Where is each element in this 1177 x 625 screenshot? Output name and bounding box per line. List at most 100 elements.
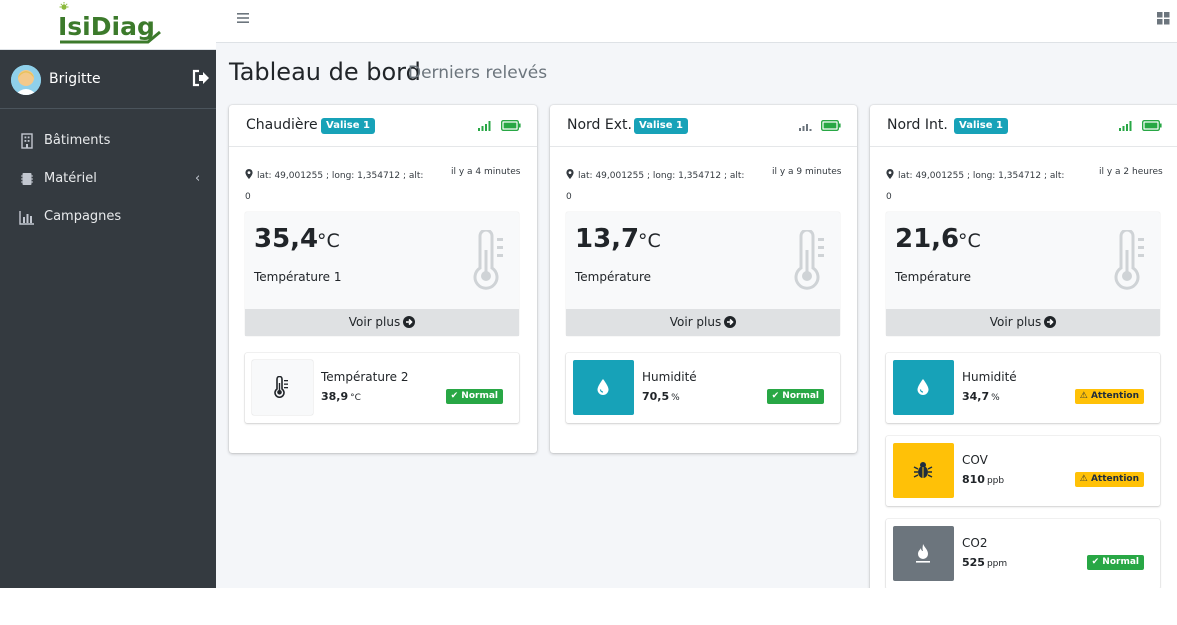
bar-chart-icon [19, 211, 34, 225]
sensor-icon-box [573, 360, 634, 415]
sidebar-item-batiments[interactable]: Bâtiments [0, 123, 216, 159]
sidebar-item-materiel[interactable]: Matériel ‹ [0, 161, 216, 197]
sidebar-item-label: Matériel [44, 171, 97, 186]
sensor-value: 34,7% [962, 390, 1000, 403]
card-title: Nord Int. [887, 117, 948, 133]
card-header: Nord Int. Valise 1 [870, 105, 1177, 147]
main-reading-value: 13,7 [575, 224, 640, 254]
voir-plus-link[interactable]: Voir plus [566, 309, 840, 336]
sidebar-item-label: Campagnes [44, 209, 122, 224]
main-reading-box: 13,7 °C Température Voir plus [566, 212, 840, 336]
card-header: Chaudière Valise 1 [229, 105, 537, 147]
main-reading-unit: °C [958, 230, 981, 252]
main-reading-label: Température [575, 270, 652, 284]
main-reading-value: 35,4 [254, 224, 319, 254]
status-badge-attention: ⚠ Attention [1074, 389, 1144, 404]
device-card-chaudiere: Chaudière Valise 1 lat: 49,001255 ; long… [229, 105, 537, 453]
main-reading-value: 21,6 [895, 224, 960, 254]
card-title: Nord Ext. [567, 117, 632, 133]
droplet-icon [917, 379, 929, 395]
hamburger-menu-icon[interactable] [236, 11, 250, 25]
status-badge-normal: ✔ Normal [766, 389, 824, 404]
location-coordinates: lat: 49,001255 ; long: 1,354712 ; alt: [886, 169, 1064, 181]
signal-strength-icon [478, 121, 491, 131]
user-name[interactable]: Brigitte [49, 71, 101, 87]
sensor-item-humidite[interactable]: Humidité 34,7% ⚠ Attention [886, 353, 1160, 423]
voir-plus-link[interactable]: Voir plus [245, 309, 519, 336]
sensor-item-humidite[interactable]: Humidité 70,5% ✔ Normal [566, 353, 840, 423]
avatar-image [11, 65, 41, 95]
page-title: Tableau de bord [229, 58, 421, 86]
sensor-name: CO2 [962, 536, 988, 550]
logout-icon[interactable] [191, 68, 211, 88]
sensor-value: 70,5% [642, 390, 680, 403]
valise-badge: Valise 1 [634, 118, 688, 134]
thermometer-icon [794, 230, 824, 290]
location-coordinates: lat: 49,001255 ; long: 1,354712 ; alt: [245, 169, 423, 181]
last-update-time: il y a 9 minutes [772, 167, 842, 177]
sensor-item-co2[interactable]: CO2 525 ppm ✔ Normal [886, 519, 1160, 588]
arrow-circle-right-icon [724, 316, 737, 328]
sensor-name: Humidité [642, 370, 697, 384]
status-badge-normal: ✔ Normal [445, 389, 503, 404]
map-marker-icon [245, 169, 253, 179]
thermometer-icon [274, 376, 288, 398]
page-subtitle: Derniers relevés [408, 63, 548, 83]
main-reading-box: 35,4 °C Température 1 Voir plus [245, 212, 519, 336]
location-altitude: 0 [245, 192, 251, 202]
top-navbar [216, 0, 1177, 43]
sidebar-item-campagnes[interactable]: Campagnes [0, 199, 216, 235]
chevron-left-icon[interactable]: ‹ [195, 171, 200, 186]
flame-icon [916, 544, 930, 563]
status-badge-attention: ⚠ Attention [1074, 472, 1144, 487]
sensor-name: Humidité [962, 370, 1017, 384]
main-reading-label: Température [895, 270, 972, 284]
map-marker-icon [886, 169, 894, 179]
thermometer-icon [473, 230, 503, 290]
card-title: Chaudière [246, 117, 318, 133]
bug-icon [913, 462, 933, 478]
thermometer-icon [1114, 230, 1144, 290]
battery-full-icon [1142, 120, 1162, 131]
sensor-name: Température 2 [321, 370, 409, 384]
device-card-nord-int: Nord Int. Valise 1 lat: 49,001255 ; long… [870, 105, 1177, 588]
valise-badge: Valise 1 [954, 118, 1008, 134]
battery-full-icon [821, 120, 841, 131]
card-header: Nord Ext. Valise 1 [550, 105, 857, 147]
valise-badge: Valise 1 [321, 118, 375, 134]
apps-grid-icon[interactable] [1157, 12, 1170, 25]
arrow-circle-right-icon [1044, 316, 1057, 328]
status-badge-normal: ✔ Normal [1086, 555, 1144, 570]
sensor-item-cov[interactable]: COV 810 ppb ⚠ Attention [886, 436, 1160, 506]
sensor-icon-box [893, 526, 954, 581]
avatar[interactable] [11, 65, 41, 95]
signal-strength-icon [799, 124, 812, 131]
sensor-name: COV [962, 453, 988, 467]
sensor-item-temperature-2[interactable]: Température 2 38,9 °C ✔ Normal [245, 353, 519, 423]
user-panel: Brigitte [0, 51, 216, 109]
isidiag-logo[interactable]: IsiDiag [56, 2, 166, 46]
sensor-value: 810 ppb [962, 473, 1005, 486]
location-altitude: 0 [566, 192, 572, 202]
logo-text: IsiDiag [58, 12, 155, 41]
sensor-value: 525 ppm [962, 556, 1008, 569]
location-coordinates: lat: 49,001255 ; long: 1,354712 ; alt: [566, 169, 744, 181]
voir-plus-link[interactable]: Voir plus [886, 309, 1160, 336]
arrow-circle-right-icon [403, 316, 416, 328]
signal-strength-icon [1119, 121, 1132, 131]
device-card-nord-ext: Nord Ext. Valise 1 lat: 49,001255 ; long… [550, 105, 857, 453]
main-reading-unit: °C [638, 230, 661, 252]
main-reading-box: 21,6 °C Température Voir plus [886, 212, 1160, 336]
sensor-value: 38,9 °C [321, 390, 361, 403]
sensor-icon-box [252, 360, 313, 415]
sidebar: IsiDiag Brigitte Bâtiments Matériel ‹ Ca… [0, 0, 216, 588]
logo-area[interactable]: IsiDiag [0, 0, 216, 50]
main-reading-label: Température 1 [254, 270, 342, 284]
app: IsiDiag Brigitte Bâtiments Matériel ‹ Ca… [0, 0, 1177, 588]
main-reading-unit: °C [317, 230, 340, 252]
last-update-time: il y a 2 heures [1099, 167, 1163, 177]
sensor-icon-box [893, 443, 954, 498]
building-icon [21, 133, 33, 149]
battery-full-icon [501, 120, 521, 131]
location-altitude: 0 [886, 192, 892, 202]
